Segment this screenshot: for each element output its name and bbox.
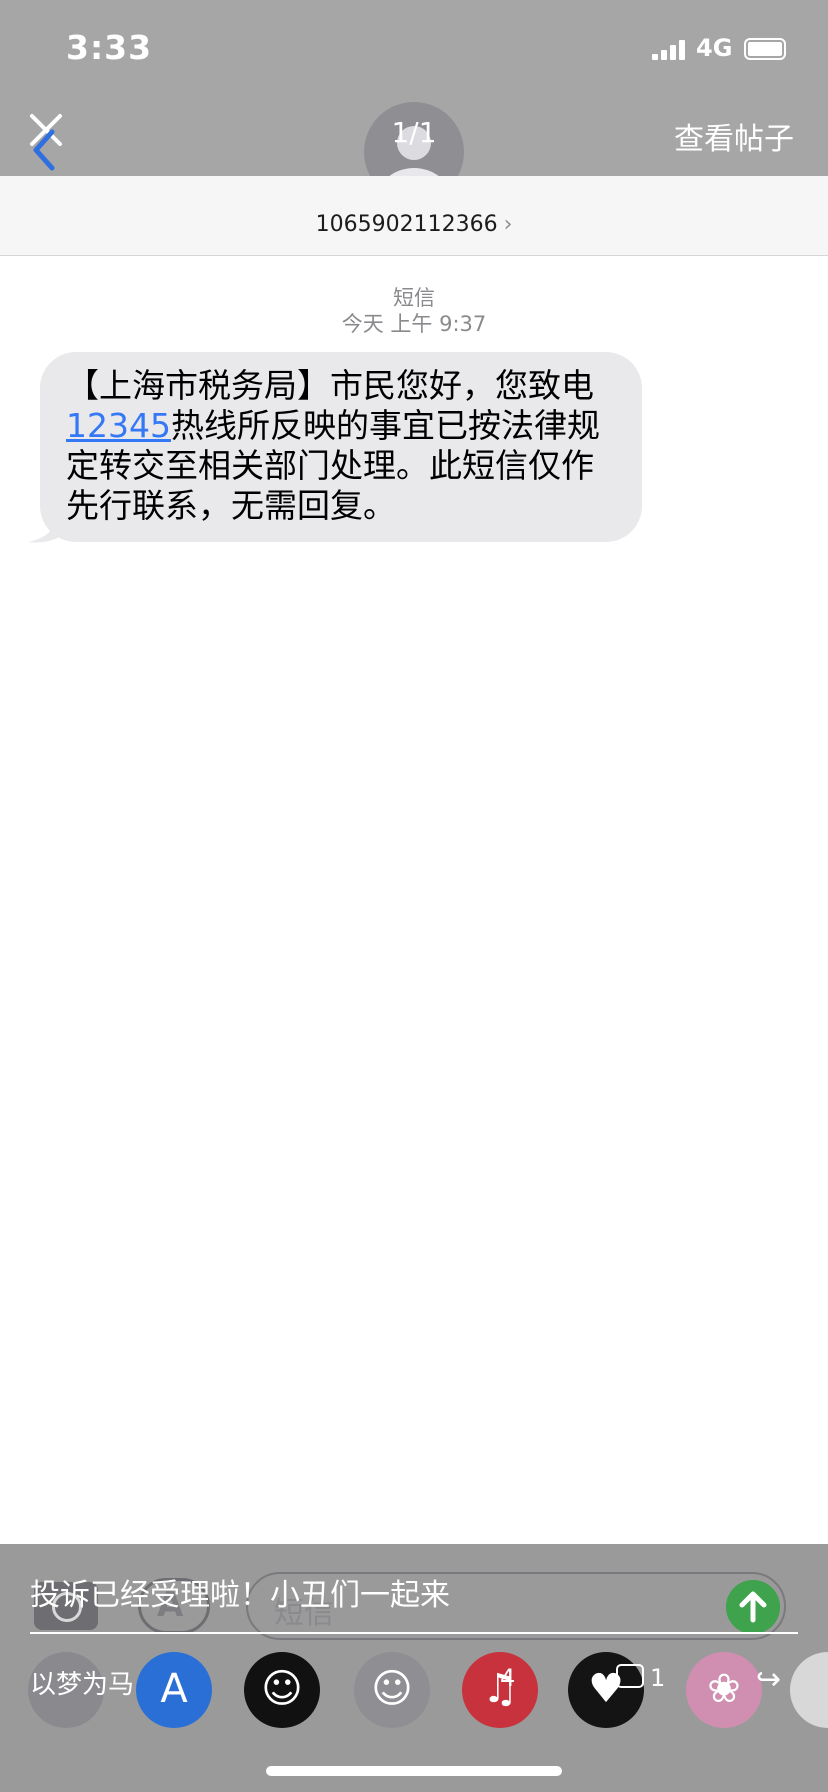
back-chevron-icon[interactable] [30, 126, 58, 174]
message-text-start: 【上海市税务局】市民您好，您致电 [66, 366, 594, 405]
memoji-stickers-icon[interactable]: ☺ [354, 1652, 430, 1728]
phone-link[interactable]: 12345 [66, 406, 171, 445]
comment-icon[interactable] [616, 1664, 644, 1688]
send-button[interactable] [726, 1580, 780, 1634]
contact-number-label: 1065902112366 [315, 212, 498, 237]
sticker-app-icon[interactable]: ❀ [686, 1652, 762, 1728]
message-bubble[interactable]: 【上海市税务局】市民您好，您致电12345热线所反映的事宜已按法律规定转交至相关… [40, 352, 642, 542]
post-username: 以梦为马 [30, 1670, 135, 1700]
network-type: 4G [696, 34, 733, 62]
view-post-button[interactable]: 查看帖子 [674, 114, 794, 158]
comment-count: 1 [650, 1664, 666, 1692]
like-count: 4 [500, 1664, 516, 1692]
contact-number[interactable]: 1065902112366 › [0, 212, 828, 237]
caption-divider [30, 1632, 798, 1634]
message-timestamp: 今天 上午 9:37 [341, 312, 487, 336]
appstore-app-icon[interactable]: A [136, 1652, 212, 1728]
signal-icon [652, 40, 686, 60]
post-caption: 投诉已经受理啦！小丑们一起来 [30, 1578, 450, 1613]
page-counter: 1/1 [391, 116, 437, 149]
chevron-right-icon: › [503, 212, 513, 237]
memoji-app-icon[interactable]: ☺ [244, 1652, 320, 1728]
more-apps-icon[interactable] [790, 1652, 828, 1728]
share-icon[interactable]: ↪ [756, 1662, 781, 1697]
status-time: 3:33 [66, 28, 153, 67]
home-indicator[interactable] [266, 1766, 562, 1776]
battery-icon [744, 38, 786, 60]
